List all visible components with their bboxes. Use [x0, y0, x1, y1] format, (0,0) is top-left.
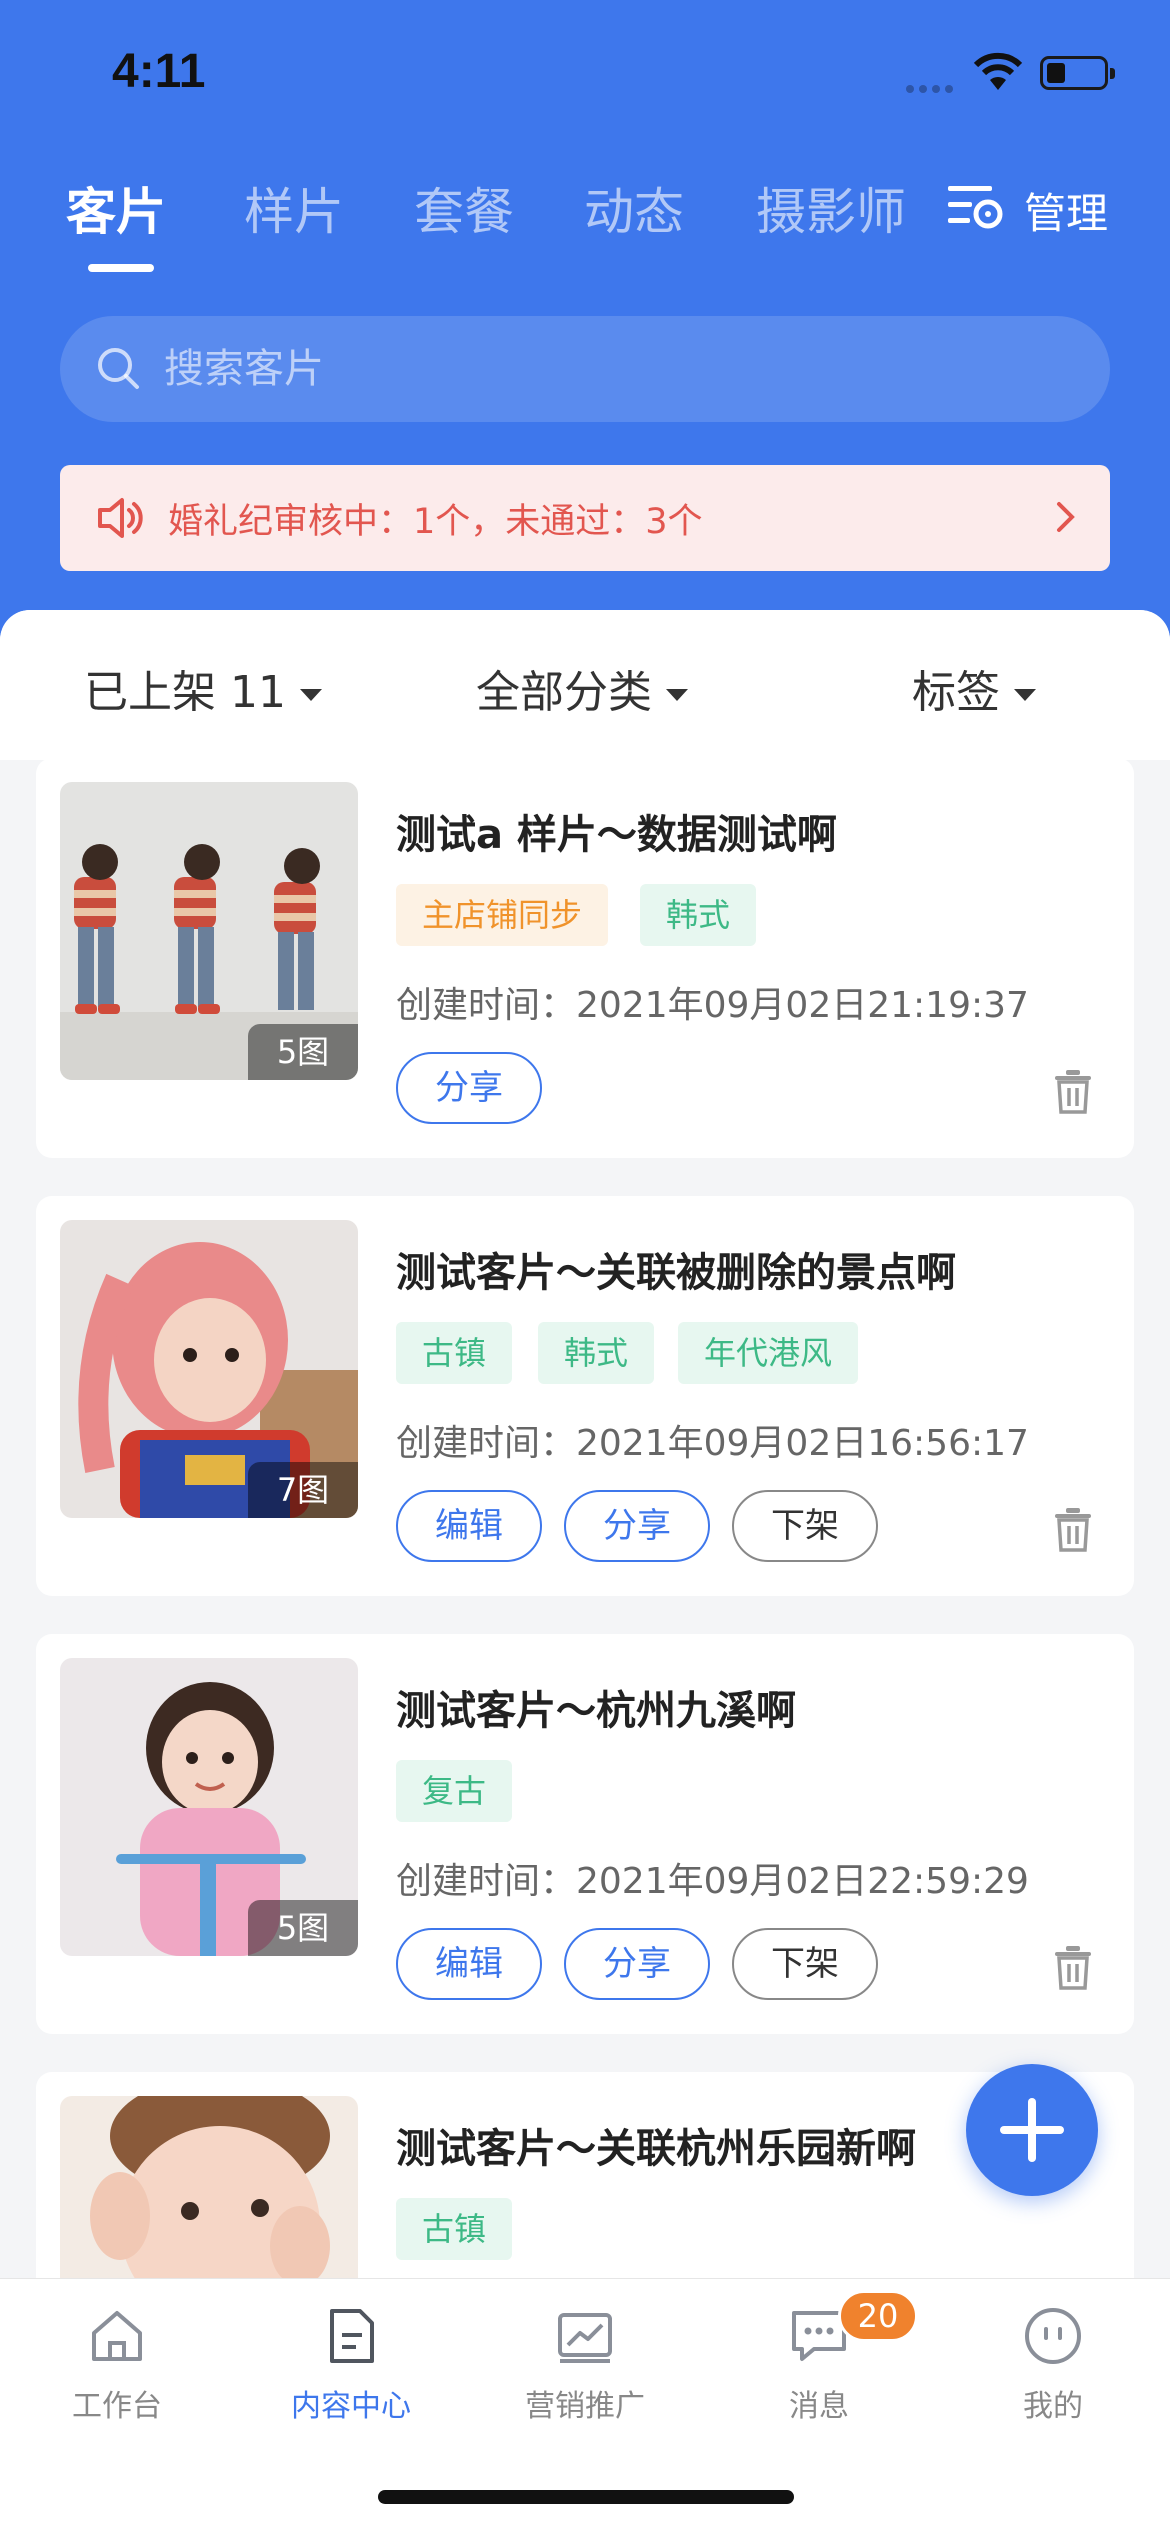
card-thumbnail[interactable]: 5图: [60, 782, 358, 1080]
card-created-time: 创建时间：2021年09月02日16:56:17: [396, 1423, 1029, 1464]
battery-icon: [1040, 56, 1115, 90]
trash-icon[interactable]: [1051, 1506, 1095, 1554]
content-panel: 已上架 11 全部分类 标签 5图 测试a 样片～数据测试啊 主店铺同步 韩式 …: [0, 610, 1170, 2532]
manage-label: 管理: [1024, 189, 1109, 238]
edit-button[interactable]: 编辑: [396, 1928, 542, 2000]
photo-count: 5图: [248, 1024, 358, 1080]
card-created-time: 创建时间：2021年09月02日22:59:29: [396, 1861, 1029, 1902]
nav-label: 消息: [789, 2389, 849, 2424]
message-badge: 20: [838, 2290, 918, 2342]
unpublish-button[interactable]: 下架: [732, 1928, 878, 2000]
tab-photographer[interactable]: 摄影师: [756, 172, 906, 244]
unpublish-button[interactable]: 下架: [732, 1490, 878, 1562]
tag-filter[interactable]: 标签: [912, 656, 1036, 720]
nav-label: 工作台: [72, 2389, 162, 2424]
status-time: 4:11: [112, 45, 206, 98]
edit-button[interactable]: 编辑: [396, 1490, 542, 1562]
app-screen: 4:11 客片 样片 套餐 动态 摄影师 管理 搜索客片 婚礼纪审核中：1个，未…: [0, 0, 1170, 2532]
add-button[interactable]: [966, 2064, 1098, 2196]
content-card[interactable]: 5图 测试客片～杭州九溪啊 复古 创建时间：2021年09月02日22:59:2…: [36, 1634, 1134, 2034]
nav-label: 我的: [1023, 2389, 1083, 2424]
speaker-icon: [98, 498, 143, 538]
photo-count: 5图: [248, 1900, 358, 1956]
manage-button[interactable]: 管理: [946, 180, 1116, 238]
photo-count: 7图: [248, 1462, 358, 1518]
tab-taocan[interactable]: 套餐: [414, 172, 514, 244]
card-tag: 韩式: [640, 884, 757, 946]
filter-bar: 已上架 11 全部分类 标签: [0, 610, 1170, 760]
category-filter[interactable]: 全部分类: [476, 656, 688, 720]
search-input[interactable]: [164, 316, 1064, 422]
card-tag: 复古: [396, 1760, 513, 1822]
header: 4:11 客片 样片 套餐 动态 摄影师 管理 搜索客片 婚礼纪审核中：1个，未…: [0, 0, 1170, 680]
card-tag: 古镇: [396, 2198, 513, 2260]
share-button[interactable]: 分享: [564, 1928, 710, 2000]
search-icon: [98, 348, 139, 389]
profile-icon: [1025, 2308, 1081, 2364]
nav-content-center[interactable]: 内容中心: [234, 2279, 468, 2439]
active-tab-indicator: [88, 264, 154, 272]
tag-filter-label: 标签: [912, 667, 1000, 718]
home-indicator: [378, 2490, 794, 2504]
nav-marketing[interactable]: 营销推广: [468, 2279, 702, 2439]
caret-down-icon: [1014, 689, 1036, 701]
content-card[interactable]: 7图 测试客片～关联被删除的景点啊 古镇 韩式 年代港风 创建时间：2021年0…: [36, 1196, 1134, 1596]
chevron-right-icon: [1057, 502, 1075, 532]
review-notice[interactable]: 婚礼纪审核中：1个，未通过：3个: [60, 465, 1110, 571]
nav-label: 内容中心: [291, 2389, 411, 2424]
tab-yangpian[interactable]: 样片: [244, 172, 344, 244]
tab-kepian[interactable]: 客片: [66, 172, 166, 244]
card-created-time: 创建时间：2021年09月02日21:19:37: [396, 985, 1029, 1026]
nav-profile[interactable]: 我的: [936, 2279, 1170, 2439]
signal-icon: [906, 78, 960, 93]
card-thumbnail[interactable]: 5图: [60, 1658, 358, 1956]
plus-icon: [1000, 2098, 1064, 2162]
card-title: 测试客片～关联杭州乐园新啊: [396, 2126, 916, 2172]
wifi-icon: [973, 52, 1023, 90]
trash-icon[interactable]: [1051, 1068, 1095, 1116]
caret-down-icon: [299, 689, 322, 701]
document-icon: [330, 2309, 374, 2363]
card-tag: 韩式: [538, 1322, 655, 1384]
caret-down-icon: [666, 689, 688, 701]
notice-text: 婚礼纪审核中：1个，未通过：3个: [168, 502, 703, 542]
home-icon: [92, 2311, 142, 2361]
card-tag: 年代港风: [678, 1322, 859, 1384]
card-thumbnail[interactable]: 7图: [60, 1220, 358, 1518]
chart-icon: [558, 2313, 612, 2363]
nav-workbench[interactable]: 工作台: [0, 2279, 234, 2439]
card-title: 测试客片～杭州九溪啊: [396, 1688, 796, 1734]
category-filter-label: 全部分类: [476, 667, 652, 718]
status-filter[interactable]: 已上架 11: [84, 656, 322, 720]
card-title: 测试a 样片～数据测试啊: [396, 812, 837, 858]
trash-icon[interactable]: [1051, 1944, 1095, 1992]
status-filter-label: 已上架 11: [84, 667, 286, 718]
search-bar[interactable]: [60, 316, 1110, 422]
tab-dongtai[interactable]: 动态: [584, 172, 684, 244]
card-tag: 主店铺同步: [396, 884, 609, 946]
share-button[interactable]: 分享: [396, 1052, 542, 1124]
nav-label: 营销推广: [525, 2389, 645, 2424]
manage-filter-icon: [948, 186, 1003, 229]
card-title: 测试客片～关联被删除的景点啊: [396, 1250, 956, 1296]
share-button[interactable]: 分享: [564, 1490, 710, 1562]
card-tag: 古镇: [396, 1322, 513, 1384]
content-card[interactable]: 5图 测试a 样片～数据测试啊 主店铺同步 韩式 创建时间：2021年09月02…: [36, 758, 1134, 1158]
